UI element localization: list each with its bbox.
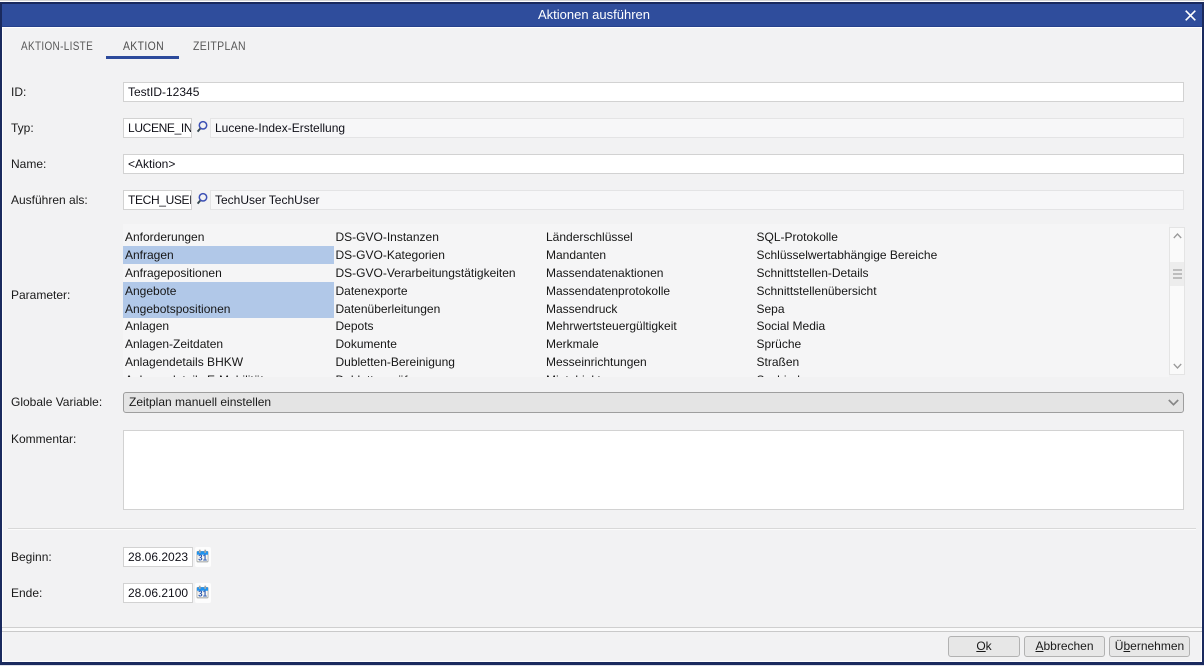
svg-text:31: 31 xyxy=(198,554,207,563)
svg-text:31: 31 xyxy=(198,590,207,599)
